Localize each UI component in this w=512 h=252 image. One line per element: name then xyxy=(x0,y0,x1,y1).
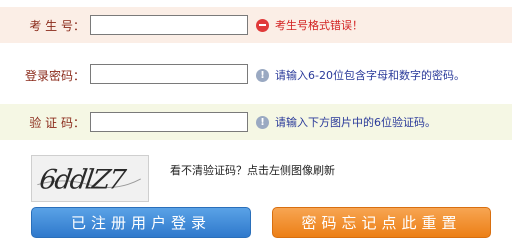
info-icon xyxy=(256,115,269,129)
captcha-image[interactable]: 6ddlZ7 xyxy=(31,155,149,202)
id-number-label: 考 生 号： xyxy=(29,18,85,33)
login-button[interactable]: 已注册用户登录 xyxy=(31,207,251,238)
reset-password-button[interactable]: 密码忘记点此重置 xyxy=(272,207,491,238)
error-icon xyxy=(256,18,269,32)
password-hint: 请输入6-20位包含字母和数字的密码。 xyxy=(256,55,465,95)
password-label: 登录密码： xyxy=(24,68,85,83)
captcha-label: 验 证 码： xyxy=(29,115,85,130)
password-input[interactable] xyxy=(90,64,248,84)
info-icon xyxy=(256,68,269,82)
captcha-hint-text: 请输入下方图片中的6位验证码。 xyxy=(275,116,436,129)
id-number-row: 考 生 号： 考生号格式错误！ xyxy=(0,7,512,43)
captcha-row: 验 证 码： 请输入下方图片中的6位验证码。 xyxy=(0,104,512,140)
captcha-hint: 请输入下方图片中的6位验证码。 xyxy=(256,104,436,140)
password-hint-text: 请输入6-20位包含字母和数字的密码。 xyxy=(275,69,465,82)
id-number-hint-text: 考生号格式错误！ xyxy=(275,19,363,32)
id-number-hint: 考生号格式错误！ xyxy=(256,7,363,43)
id-number-input[interactable] xyxy=(90,15,248,35)
captcha-text: 6ddlZ7 xyxy=(38,165,129,196)
captcha-input[interactable] xyxy=(90,112,248,132)
refresh-captcha-link[interactable]: 看不清验证码？点击左侧图像刷新 xyxy=(170,162,335,178)
password-row: 登录密码： 请输入6-20位包含字母和数字的密码。 xyxy=(0,55,512,95)
